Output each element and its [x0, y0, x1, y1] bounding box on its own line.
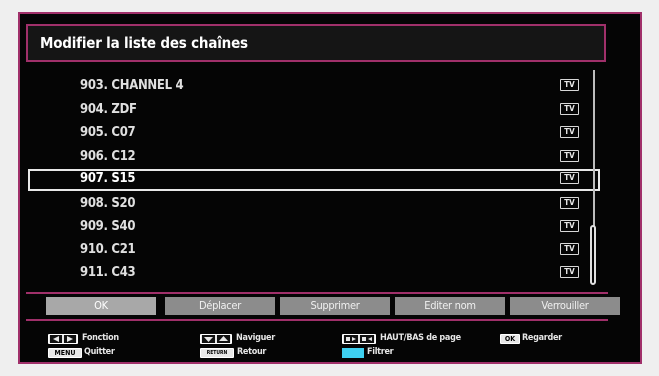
ok-button[interactable]: OK — [46, 297, 156, 315]
tv-badge: TV — [560, 150, 579, 162]
tv-badge: TV — [560, 266, 579, 278]
channel-name: 905. C07 — [80, 125, 136, 140]
channel-row[interactable]: 910. C21 TV — [28, 240, 600, 262]
legend-quit: Quitter — [84, 347, 115, 357]
channel-name: 908. S20 — [80, 196, 136, 211]
divider — [26, 292, 608, 294]
move-button[interactable]: Déplacer — [165, 297, 275, 315]
left-right-arrow-keys-icon — [48, 334, 78, 344]
legend-function: Fonction — [82, 333, 119, 343]
channel-name: 906. C12 — [80, 149, 136, 164]
tv-badge: TV — [560, 197, 579, 209]
tv-badge: TV — [560, 220, 579, 232]
ok-key-icon: OK — [500, 334, 520, 344]
tv-badge: TV — [560, 103, 579, 115]
delete-button[interactable]: Supprimer — [280, 297, 390, 315]
channel-row[interactable]: 905. C07 TV — [28, 123, 600, 145]
channel-row[interactable]: 911. C43 TV — [28, 263, 600, 285]
channel-name: 907. S15 — [80, 171, 136, 186]
return-key-label: RETURN — [206, 350, 228, 356]
channel-row[interactable]: 903. CHANNEL 4 TV — [28, 76, 600, 98]
divider — [26, 319, 608, 321]
lock-button[interactable]: Verrouiller — [510, 297, 620, 315]
scrollbar-thumb[interactable] — [590, 225, 596, 285]
channel-row[interactable]: 906. C12 TV — [28, 147, 600, 169]
channel-name: 910. C21 — [80, 242, 136, 257]
up-down-arrow-keys-icon — [200, 334, 232, 344]
legend-page: HAUT/BAS de page — [380, 333, 461, 343]
menu-key-label: MENU — [54, 349, 76, 357]
legend-watch: Regarder — [522, 333, 562, 343]
legend-filter: Filtrer — [367, 347, 394, 357]
channel-row-selected[interactable]: 907. S15 TV — [28, 169, 600, 191]
legend-navigate: Naviguer — [236, 333, 275, 343]
channel-name: 909. S40 — [80, 219, 136, 234]
channel-row[interactable]: 908. S20 TV — [28, 194, 600, 216]
channel-name: 904. ZDF — [80, 102, 137, 117]
channel-row[interactable]: 909. S40 TV — [28, 217, 600, 239]
ok-key-label: OK — [504, 335, 516, 343]
cyan-key-icon — [342, 348, 364, 358]
channel-name: 903. CHANNEL 4 — [80, 78, 184, 93]
legend-back: Retour — [237, 347, 267, 357]
tv-badge: TV — [560, 126, 579, 138]
title-bar: Modifier la liste des chaînes — [26, 24, 606, 62]
return-key-icon: RETURN — [200, 348, 234, 358]
edit-name-button[interactable]: Editer nom — [395, 297, 505, 315]
tv-badge: TV — [560, 243, 579, 255]
channel-name: 911. C43 — [80, 265, 136, 280]
tv-badge: TV — [560, 79, 579, 91]
channel-row[interactable]: 904. ZDF TV — [28, 100, 600, 122]
menu-key-icon: MENU — [48, 348, 82, 358]
page-title: Modifier la liste des chaînes — [40, 34, 248, 52]
tv-badge: TV — [560, 172, 579, 184]
page-up-down-keys-icon — [342, 334, 376, 344]
